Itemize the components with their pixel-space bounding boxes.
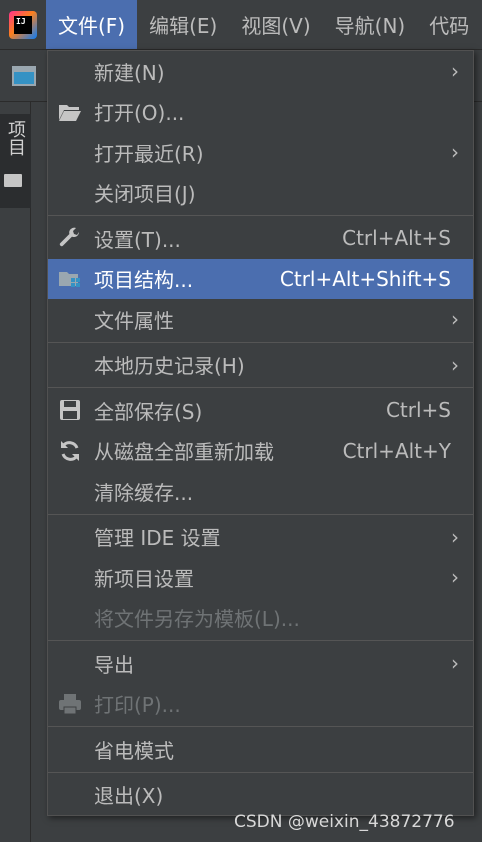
menu-item-label: 项目结构... <box>94 268 194 293</box>
menu-code[interactable]: 代码 <box>417 0 481 49</box>
menu-item-open[interactable]: 打开(O)... <box>48 92 473 133</box>
menu-item-save-as-template: 将文件另存为模板(L)... <box>48 598 473 639</box>
menu-item-shortcut: Ctrl+S <box>385 398 451 423</box>
menu-item-label: 管理 IDE 设置 <box>94 526 221 551</box>
chevron-right-icon: › <box>451 352 459 377</box>
menu-separator <box>48 341 473 343</box>
menu-item-label: 设置(T)... <box>94 227 181 252</box>
printer-icon <box>58 692 82 716</box>
menu-item-local-history[interactable]: 本地历史记录(H) › <box>48 345 473 386</box>
refresh-icon <box>58 439 82 463</box>
menu-separator <box>48 387 473 388</box>
menu-navigate[interactable]: 导航(N) <box>323 0 418 49</box>
menu-separator <box>48 771 473 773</box>
folder-icon <box>4 174 22 187</box>
chevron-right-icon: › <box>451 140 459 165</box>
menu-item-file-properties[interactable]: 文件属性 › <box>48 299 473 340</box>
main-menubar: IJ 文件(F) 编辑(E) 视图(V) 导航(N) 代码 <box>0 0 482 50</box>
menu-item-exit[interactable]: 退出(X) <box>48 775 473 816</box>
menu-item-label: 新项目设置 <box>94 566 194 591</box>
logo-text: IJ <box>14 15 32 34</box>
chevron-right-icon: › <box>451 307 459 332</box>
menu-item-label: 打印(P)... <box>94 693 181 718</box>
menu-separator <box>48 215 473 216</box>
project-tab-label: 项目 <box>5 120 26 156</box>
left-tool-strip <box>0 102 31 842</box>
chevron-right-icon: › <box>451 651 459 676</box>
menu-item-label: 本地历史记录(H) <box>94 354 245 379</box>
menu-item-new-project-settings[interactable]: 新项目设置 › <box>48 557 473 598</box>
open-folder-icon <box>58 100 82 124</box>
menu-item-shortcut: Ctrl+Alt+Shift+S <box>279 266 451 291</box>
menu-item-reload-all[interactable]: 从磁盘全部重新加载 Ctrl+Alt+Y <box>48 431 473 472</box>
intellij-logo-icon[interactable]: IJ <box>0 0 46 49</box>
menu-item-label: 从磁盘全部重新加载 <box>94 440 274 465</box>
chevron-right-icon: › <box>451 565 459 590</box>
menu-edit[interactable]: 编辑(E) <box>137 0 229 49</box>
watermark-text: CSDN @weixin_43872776 <box>234 812 455 832</box>
menu-item-close-project[interactable]: 关闭项目(J) <box>48 173 473 214</box>
menu-item-invalidate-caches[interactable]: 清除缓存... <box>48 471 473 512</box>
project-structure-icon <box>58 267 82 291</box>
file-menu-dropdown: 新建(N) › 打开(O)... 打开最近(R) › 关闭项目(J) 设置(T)… <box>47 50 474 816</box>
menu-item-settings[interactable]: 设置(T)... Ctrl+Alt+S <box>48 218 473 259</box>
menu-item-label: 省电模式 <box>94 738 174 763</box>
chevron-right-icon: › <box>451 524 459 549</box>
menu-separator <box>48 513 473 515</box>
save-icon <box>58 398 82 422</box>
menu-item-label: 文件属性 <box>94 308 174 333</box>
wrench-icon <box>58 226 82 250</box>
menu-item-label: 新建(N) <box>94 60 165 85</box>
menu-item-save-all[interactable]: 全部保存(S) Ctrl+S <box>48 390 473 431</box>
menu-item-shortcut: Ctrl+Alt+S <box>342 226 451 251</box>
menu-item-label: 将文件另存为模板(L)... <box>94 607 300 632</box>
menu-item-label: 退出(X) <box>94 784 164 809</box>
menu-item-power-save[interactable]: 省电模式 <box>48 729 473 770</box>
menu-item-label: 导出 <box>94 652 134 677</box>
menu-file[interactable]: 文件(F) <box>46 0 138 49</box>
menu-separator <box>48 726 473 727</box>
menu-view[interactable]: 视图(V) <box>229 0 322 49</box>
menu-item-export[interactable]: 导出 › <box>48 643 473 684</box>
menu-item-label: 清除缓存... <box>94 480 194 505</box>
chevron-right-icon: › <box>451 59 459 84</box>
menu-item-shortcut: Ctrl+Alt+Y <box>342 438 451 463</box>
menu-item-label: 打开最近(R) <box>94 141 204 166</box>
menu-item-label: 打开(O)... <box>94 101 185 126</box>
menu-item-open-recent[interactable]: 打开最近(R) › <box>48 132 473 173</box>
menu-item-label: 全部保存(S) <box>94 399 203 424</box>
window-icon[interactable] <box>12 66 36 86</box>
menu-item-print: 打印(P)... <box>48 684 473 725</box>
menu-separator <box>48 640 473 641</box>
menu-item-label: 关闭项目(J) <box>94 182 196 207</box>
menu-item-manage-ide-settings[interactable]: 管理 IDE 设置 › <box>48 517 473 558</box>
menu-item-new[interactable]: 新建(N) › <box>48 51 473 92</box>
menu-item-project-structure[interactable]: 项目结构... Ctrl+Alt+Shift+S <box>48 258 473 299</box>
